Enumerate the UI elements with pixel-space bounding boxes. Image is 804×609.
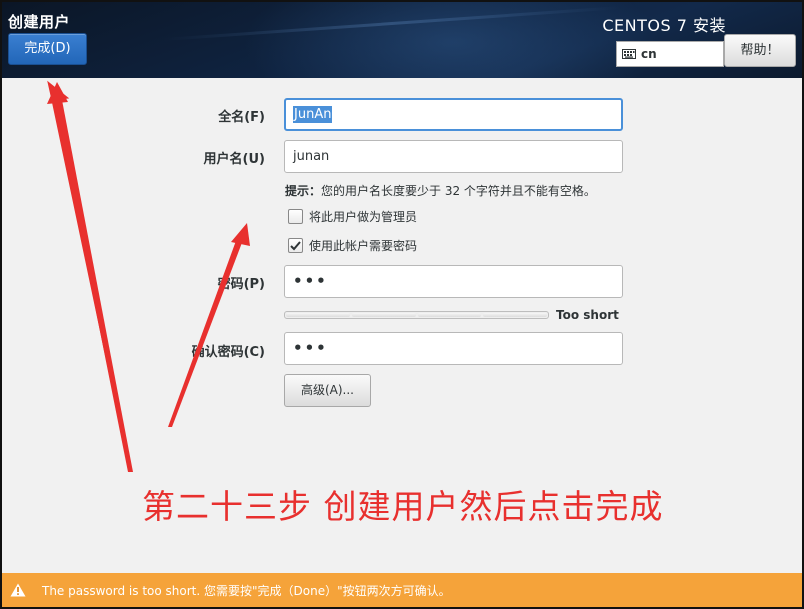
annotation-text: 第二十三步 创建用户然后点击完成 <box>142 487 664 526</box>
warning-statusbar[interactable]: The password is too short. 您需要按"完成（Done）… <box>2 573 802 607</box>
warning-message: The password is too short. 您需要按"完成（Done）… <box>42 583 451 598</box>
warning-icon <box>10 583 26 597</box>
annotation-arrow-right-body <box>168 238 243 427</box>
annotation-arrow-left-body <box>54 100 133 472</box>
annotation-arrow-right-head <box>231 223 250 246</box>
